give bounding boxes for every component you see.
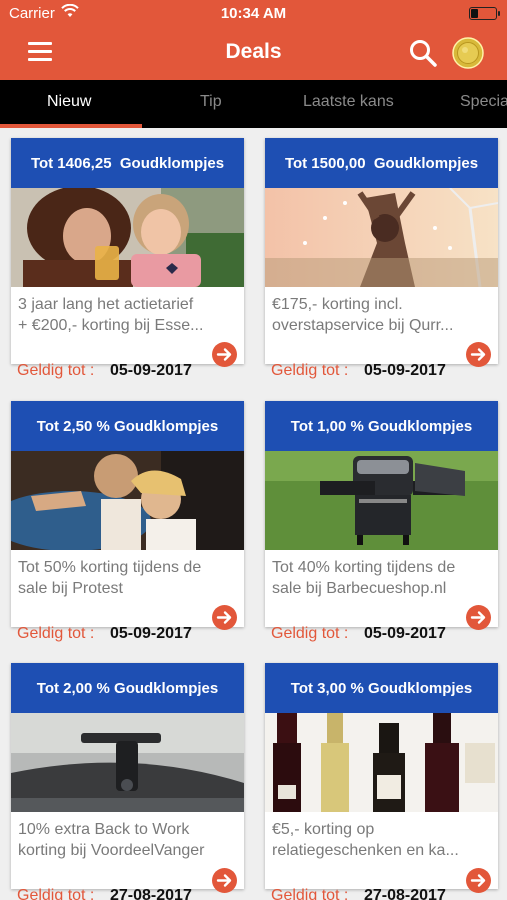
deal-card[interactable]: Tot 2,00 % Goudklompjes 10% extra Back t… — [11, 663, 244, 889]
active-tab-indicator — [0, 124, 142, 128]
clock: 10:34 AM — [220, 5, 287, 22]
valid-date: 05-09-2017 — [110, 362, 192, 379]
deal-card[interactable]: Tot 1,00 % Goudklompjes Tot 40% korting … — [265, 401, 498, 627]
deal-description-line: korting bij VoordeelVanger — [18, 842, 205, 859]
deal-description: 10% extra Back to Work korting bij Voord… — [11, 812, 244, 866]
deal-description-line: Tot 50% korting tijdens de — [18, 559, 202, 576]
deal-validity: Geldig tot : 05-09-2017 — [271, 623, 492, 647]
deal-description: Tot 50% korting tijdens de sale bij Prot… — [11, 550, 244, 604]
deal-card[interactable]: Tot 1500,00 Goudklompjes €175,- korting … — [265, 138, 498, 364]
valid-label: Geldig tot : — [271, 362, 349, 379]
deal-description: Tot 40% korting tijdens de sale bij Barb… — [265, 550, 498, 604]
deal-description: €175,- korting incl. overstapservice bij… — [265, 287, 498, 341]
valid-date: 27-08-2017 — [110, 887, 192, 900]
deal-description-line: 10% extra Back to Work — [18, 821, 190, 838]
deal-reward: Tot 3,00 % Goudklompjes — [265, 663, 498, 713]
valid-date: 05-09-2017 — [364, 362, 446, 379]
valid-date: 27-08-2017 — [364, 887, 446, 900]
valid-label: Geldig tot : — [17, 887, 95, 900]
valid-label: Geldig tot : — [17, 625, 95, 642]
status-bar: Carrier 10:34 AM — [0, 0, 507, 28]
mother-daughter-photo — [11, 188, 244, 287]
tab-bar: Nieuw Tip Laatste kans Specia — [0, 80, 507, 128]
deal-description-line: + €200,- korting bij Esse... — [18, 317, 204, 334]
tab-nieuw[interactable]: Nieuw — [47, 93, 91, 111]
celebration-windmill-photo — [265, 188, 498, 287]
deal-reward: Tot 2,00 % Goudklompjes — [11, 663, 244, 713]
deal-validity: Geldig tot : 27-08-2017 — [17, 885, 238, 900]
tab-tip[interactable]: Tip — [200, 93, 222, 111]
deal-description-line: Tot 40% korting tijdens de — [272, 559, 456, 576]
dashcam-photo — [11, 713, 244, 812]
deal-validity: Geldig tot : 27-08-2017 — [271, 885, 492, 900]
valid-label: Geldig tot : — [271, 887, 349, 900]
open-deal-arrow-icon[interactable] — [212, 605, 237, 630]
open-deal-arrow-icon[interactable] — [466, 868, 491, 893]
deal-description-line: 3 jaar lang het actietarief — [18, 296, 194, 313]
deal-description: 3 jaar lang het actietarief + €200,- kor… — [11, 287, 244, 341]
open-deal-arrow-icon[interactable] — [212, 868, 237, 893]
deal-description-line: sale bij Barbecueshop.nl — [272, 580, 447, 597]
open-deal-arrow-icon[interactable] — [212, 342, 237, 367]
tab-speciaal[interactable]: Specia — [460, 93, 507, 111]
valid-label: Geldig tot : — [271, 625, 349, 642]
deal-reward: Tot 2,50 % Goudklompjes — [11, 401, 244, 451]
search-icon[interactable] — [408, 38, 438, 68]
deal-reward: Tot 1500,00 Goudklompjes — [265, 138, 498, 188]
deal-description-line: overstapservice bij Qurr... — [272, 317, 454, 334]
deal-validity: Geldig tot : 05-09-2017 — [271, 360, 492, 384]
open-deal-arrow-icon[interactable] — [466, 605, 491, 630]
battery-level — [471, 9, 478, 18]
deal-description-line: sale bij Protest — [18, 580, 123, 597]
deal-card[interactable]: Tot 1406,25 Goudklompjes 3 jaar lang het… — [11, 138, 244, 364]
deal-validity: Geldig tot : 05-09-2017 — [17, 623, 238, 647]
valid-date: 05-09-2017 — [364, 625, 446, 642]
deal-reward: Tot 1406,25 Goudklompjes — [11, 138, 244, 188]
deal-description-line: relatiegeschenken en ka... — [272, 842, 459, 859]
valid-date: 05-09-2017 — [110, 625, 192, 642]
valid-label: Geldig tot : — [17, 362, 95, 379]
deal-card[interactable]: Tot 3,00 % Goudklompjes €5,- korting op … — [265, 663, 498, 889]
open-deal-arrow-icon[interactable] — [466, 342, 491, 367]
barbecue-photo — [265, 451, 498, 550]
deal-description-line: €175,- korting incl. — [272, 296, 403, 313]
battery-icon — [469, 7, 500, 20]
tab-laatste-kans[interactable]: Laatste kans — [303, 93, 394, 111]
navigation-bar: Deals — [0, 28, 507, 80]
deal-description: €5,- korting op relatiegeschenken en ka.… — [265, 812, 498, 866]
wine-bottles-photo — [265, 713, 498, 812]
gold-coin-icon[interactable] — [452, 37, 484, 69]
surfers-photo — [11, 451, 244, 550]
deal-reward: Tot 1,00 % Goudklompjes — [265, 401, 498, 451]
deal-validity: Geldig tot : 05-09-2017 — [17, 360, 238, 384]
deal-card[interactable]: Tot 2,50 % Goudklompjes Tot 50% korting … — [11, 401, 244, 627]
deal-description-line: €5,- korting op — [272, 821, 375, 838]
